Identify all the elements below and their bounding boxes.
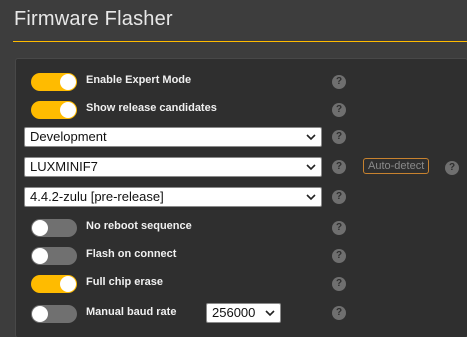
help-icon[interactable]: ? (332, 249, 346, 263)
toggle-knob (60, 102, 76, 118)
no-reboot-toggle[interactable] (31, 219, 77, 237)
full-chip-erase-label: Full chip erase (86, 276, 164, 288)
firmware-version-value: 4.4.2-zulu [pre-release] (30, 189, 164, 204)
expert-mode-toggle[interactable] (31, 73, 77, 91)
manual-baud-label: Manual baud rate (86, 306, 177, 318)
baud-rate-select[interactable]: 256000 (206, 303, 281, 323)
help-icon[interactable]: ? (332, 306, 346, 320)
chevron-down-icon (265, 310, 275, 317)
auto-detect-button[interactable]: Auto-detect (363, 158, 430, 174)
toggle-knob (32, 306, 48, 322)
flash-on-connect-label: Flash on connect (86, 248, 177, 260)
title-divider (13, 41, 467, 42)
expert-mode-label: Enable Expert Mode (86, 74, 192, 86)
help-icon[interactable]: ? (332, 221, 346, 235)
toggle-knob (32, 220, 48, 236)
release-candidates-toggle[interactable] (31, 101, 77, 119)
baud-rate-value: 256000 (212, 305, 256, 320)
manual-baud-toggle[interactable] (31, 305, 77, 323)
no-reboot-label: No reboot sequence (86, 220, 192, 232)
help-icon[interactable]: ? (332, 160, 346, 174)
help-icon[interactable]: ? (332, 130, 346, 144)
help-icon[interactable]: ? (332, 75, 346, 89)
full-chip-erase-toggle[interactable] (31, 275, 77, 293)
chevron-down-icon (306, 194, 316, 201)
board-select[interactable]: LUXMINIF7 (24, 157, 322, 177)
help-icon[interactable]: ? (332, 277, 346, 291)
firmware-version-select[interactable]: 4.4.2-zulu [pre-release] (24, 187, 322, 207)
board-value: LUXMINIF7 (30, 159, 98, 174)
chevron-down-icon (306, 164, 316, 171)
firmware-flasher-page: Firmware Flasher Enable Expert Mode ? Sh… (0, 0, 467, 337)
release-candidates-label: Show release candidates (86, 102, 217, 114)
flash-on-connect-toggle[interactable] (31, 247, 77, 265)
toggle-knob (32, 248, 48, 264)
chevron-down-icon (306, 134, 316, 141)
toggle-knob (60, 276, 76, 292)
help-icon[interactable]: ? (332, 103, 346, 117)
page-title: Firmware Flasher (14, 8, 173, 30)
options-panel: Enable Expert Mode ? Show release candid… (15, 58, 467, 337)
build-type-select[interactable]: Development (24, 127, 322, 147)
help-icon[interactable]: ? (445, 161, 459, 175)
help-icon[interactable]: ? (332, 190, 346, 204)
toggle-knob (60, 74, 76, 90)
build-type-value: Development (30, 129, 107, 144)
